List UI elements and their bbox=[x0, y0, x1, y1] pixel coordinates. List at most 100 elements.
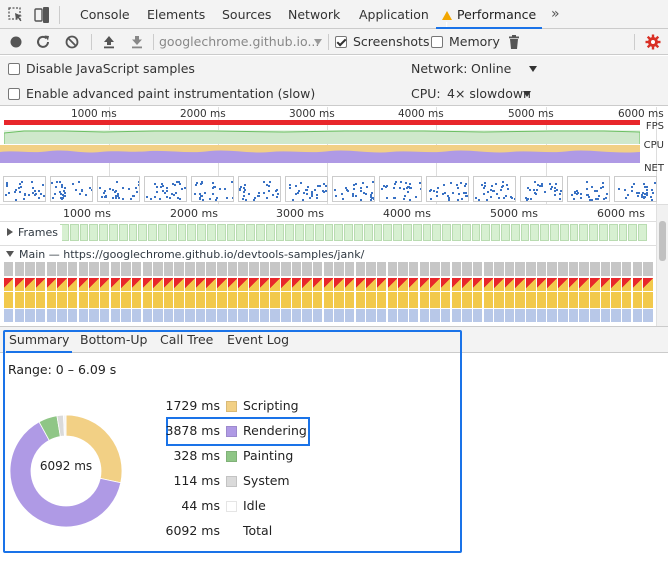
task-block bbox=[536, 292, 547, 308]
task-block bbox=[558, 262, 568, 276]
task-block bbox=[355, 262, 366, 276]
task-block bbox=[398, 278, 408, 291]
tab-network[interactable]: Network bbox=[288, 0, 340, 29]
task-block bbox=[67, 292, 78, 308]
task-block bbox=[334, 292, 344, 308]
task-block bbox=[78, 292, 89, 308]
task-block bbox=[131, 262, 142, 276]
task-block bbox=[536, 309, 547, 322]
task-block bbox=[515, 262, 525, 276]
scrollbar-thumb[interactable] bbox=[659, 221, 666, 261]
main-thread-header[interactable]: Main — https://googlechrome.github.io/de… bbox=[0, 245, 656, 263]
flame-scrollbar[interactable] bbox=[656, 205, 668, 326]
donut-total-label: 6092 ms bbox=[39, 459, 93, 473]
gear-icon[interactable] bbox=[644, 33, 662, 51]
task-block bbox=[35, 292, 46, 308]
task-block bbox=[483, 262, 493, 276]
task-block bbox=[355, 278, 366, 291]
task-block bbox=[494, 262, 504, 276]
main-thread-tasks[interactable] bbox=[4, 262, 654, 326]
network-throttle-select[interactable]: Online bbox=[471, 61, 511, 76]
upload-icon[interactable] bbox=[100, 33, 118, 51]
capture-settings: Disable JavaScript samples Network: Onli… bbox=[0, 56, 668, 106]
record-icon[interactable] bbox=[7, 33, 25, 51]
tab-summary[interactable]: Summary bbox=[6, 327, 73, 353]
clear-icon[interactable] bbox=[63, 33, 81, 51]
legend-label: System bbox=[243, 473, 290, 488]
task-block bbox=[323, 292, 334, 308]
task-block bbox=[121, 309, 131, 322]
reload-icon[interactable] bbox=[34, 33, 52, 51]
download-icon[interactable] bbox=[128, 33, 146, 51]
frame-bar bbox=[167, 224, 177, 241]
task-block bbox=[67, 278, 78, 291]
task-block bbox=[558, 278, 568, 291]
task-block bbox=[121, 262, 131, 276]
frame-bar bbox=[540, 224, 549, 241]
task-block bbox=[99, 262, 110, 276]
task-block bbox=[462, 262, 472, 276]
advanced-paint-checkbox[interactable] bbox=[8, 88, 20, 100]
screenshots-checkbox[interactable] bbox=[335, 36, 347, 48]
more-tabs-button[interactable]: » bbox=[551, 0, 560, 29]
tab-bottom-up[interactable]: Bottom-Up bbox=[80, 327, 147, 353]
task-block bbox=[259, 292, 270, 308]
screenshots-filmstrip[interactable] bbox=[0, 175, 657, 203]
memory-checkbox[interactable] bbox=[431, 36, 443, 48]
flame-chart[interactable]: 1000 ms 2000 ms 3000 ms 4000 ms 5000 ms … bbox=[0, 205, 668, 327]
tab-performance[interactable]: Performance bbox=[436, 0, 543, 40]
tab-performance-label: Performance bbox=[457, 7, 537, 22]
recording-select[interactable]: googlechrome.github.io... bbox=[159, 33, 324, 51]
main-thread-toggle[interactable]: Main — https://googlechrome.github.io/de… bbox=[0, 248, 364, 262]
frames-track[interactable]: Frames bbox=[0, 223, 656, 243]
frames-toggle[interactable]: Frames bbox=[0, 225, 63, 241]
tab-sources[interactable]: Sources bbox=[222, 0, 271, 29]
tab-call-tree[interactable]: Call Tree bbox=[160, 327, 213, 353]
task-block bbox=[302, 262, 312, 276]
task-block bbox=[163, 309, 174, 322]
idle-swatch bbox=[226, 501, 237, 512]
overview-tick: 4000 ms bbox=[398, 108, 444, 120]
task-block bbox=[323, 278, 334, 291]
frame-bar bbox=[109, 224, 118, 241]
frame-bar bbox=[314, 224, 324, 241]
tab-application[interactable]: Application bbox=[359, 0, 429, 29]
task-block bbox=[430, 278, 440, 291]
inspect-element-icon[interactable] bbox=[7, 6, 25, 24]
timeline-overview[interactable]: 1000 ms 2000 ms 3000 ms 4000 ms 5000 ms … bbox=[0, 107, 668, 205]
task-block bbox=[344, 309, 355, 322]
task-block bbox=[643, 262, 653, 276]
frame-bar bbox=[69, 224, 79, 241]
task-block bbox=[568, 278, 579, 291]
task-block bbox=[259, 262, 270, 276]
frame-bar bbox=[256, 224, 265, 241]
task-block bbox=[46, 278, 57, 291]
task-block bbox=[579, 292, 589, 308]
task-block bbox=[227, 309, 238, 322]
task-block bbox=[259, 309, 270, 322]
tab-event-log[interactable]: Event Log bbox=[227, 327, 289, 353]
task-block bbox=[622, 292, 632, 308]
overview-tick: 2000 ms bbox=[180, 108, 226, 120]
task-block bbox=[526, 309, 536, 322]
tab-elements[interactable]: Elements bbox=[147, 0, 205, 29]
task-block bbox=[483, 292, 493, 308]
tab-console[interactable]: Console bbox=[80, 0, 130, 29]
legend-label: Total bbox=[243, 523, 273, 538]
painting-swatch bbox=[226, 451, 237, 462]
task-block bbox=[366, 292, 376, 308]
trash-icon[interactable] bbox=[505, 33, 523, 51]
cpu-throttle-select[interactable]: 4× slowdown bbox=[447, 86, 531, 101]
task-block bbox=[451, 292, 461, 308]
legend-label: Scripting bbox=[243, 398, 299, 413]
disable-js-samples-checkbox[interactable] bbox=[8, 63, 20, 75]
task-block bbox=[281, 262, 291, 276]
screenshot-thumbnail bbox=[144, 176, 187, 202]
frame-bar bbox=[344, 224, 353, 241]
device-toolbar-icon[interactable] bbox=[33, 6, 51, 24]
task-block bbox=[249, 309, 259, 322]
legend-label: Rendering bbox=[243, 423, 307, 438]
task-block bbox=[632, 292, 643, 308]
legend-row-total: 6092 ms Total bbox=[160, 523, 320, 541]
task-block bbox=[238, 309, 248, 322]
